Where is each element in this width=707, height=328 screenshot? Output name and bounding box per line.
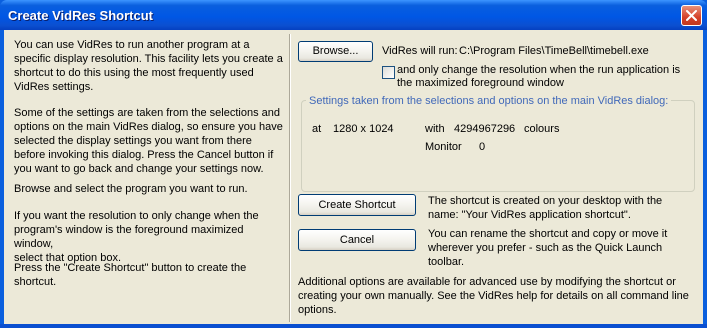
foreground-option-checkbox[interactable] xyxy=(382,66,395,79)
instruction-browse: Browse and select the program you want t… xyxy=(14,183,248,195)
instruction-intro: You can use VidRes to run another progra… xyxy=(14,39,283,93)
with-label: with xyxy=(425,123,445,135)
instruction-settings: Some of the settings are taken from the … xyxy=(14,107,283,175)
at-label: at xyxy=(312,123,322,135)
run-path: C:\Program Files\TimeBell\timebell.exe xyxy=(459,45,649,57)
foreground-option-label-1: and only change the resolution when the … xyxy=(397,64,681,76)
monitor-value: 0 xyxy=(479,141,486,153)
close-icon xyxy=(686,10,697,21)
advanced-options-note: Additional options are available for adv… xyxy=(298,276,689,316)
resolution-value: 1280 x 1024 xyxy=(333,123,394,135)
dialog-client: You can use VidRes to run another progra… xyxy=(4,30,703,324)
cancel-description: You can rename the shortcut and copy or … xyxy=(428,228,668,268)
create-shortcut-description: The shortcut is created on your desktop … xyxy=(428,195,663,221)
create-shortcut-button[interactable]: Create Shortcut xyxy=(298,194,416,216)
settings-group-title: Settings taken from the selections and o… xyxy=(306,94,672,108)
colours-label: colours xyxy=(524,123,560,135)
frame-right xyxy=(703,30,707,328)
window-title: Create VidRes Shortcut xyxy=(8,8,153,23)
instruction-option: If you want the resolution to only chang… xyxy=(14,210,259,264)
run-label: VidRes will run: xyxy=(382,45,458,57)
monitor-label: Monitor xyxy=(425,141,462,153)
instruction-create: Press the "Create Shortcut" button to cr… xyxy=(14,262,247,288)
colours-value: 4294967296 xyxy=(454,123,516,135)
browse-button[interactable]: Browse... xyxy=(298,41,373,62)
frame-bottom xyxy=(0,324,707,328)
foreground-option-label-2: the maximized foreground window xyxy=(397,77,564,89)
close-button[interactable] xyxy=(681,5,702,26)
dialog-window: Create VidRes Shortcut You can use VidRe… xyxy=(0,0,707,328)
vertical-divider xyxy=(289,34,291,322)
title-bar[interactable]: Create VidRes Shortcut xyxy=(0,0,707,30)
cancel-button[interactable]: Cancel xyxy=(298,229,416,251)
settings-groupbox xyxy=(301,100,695,192)
